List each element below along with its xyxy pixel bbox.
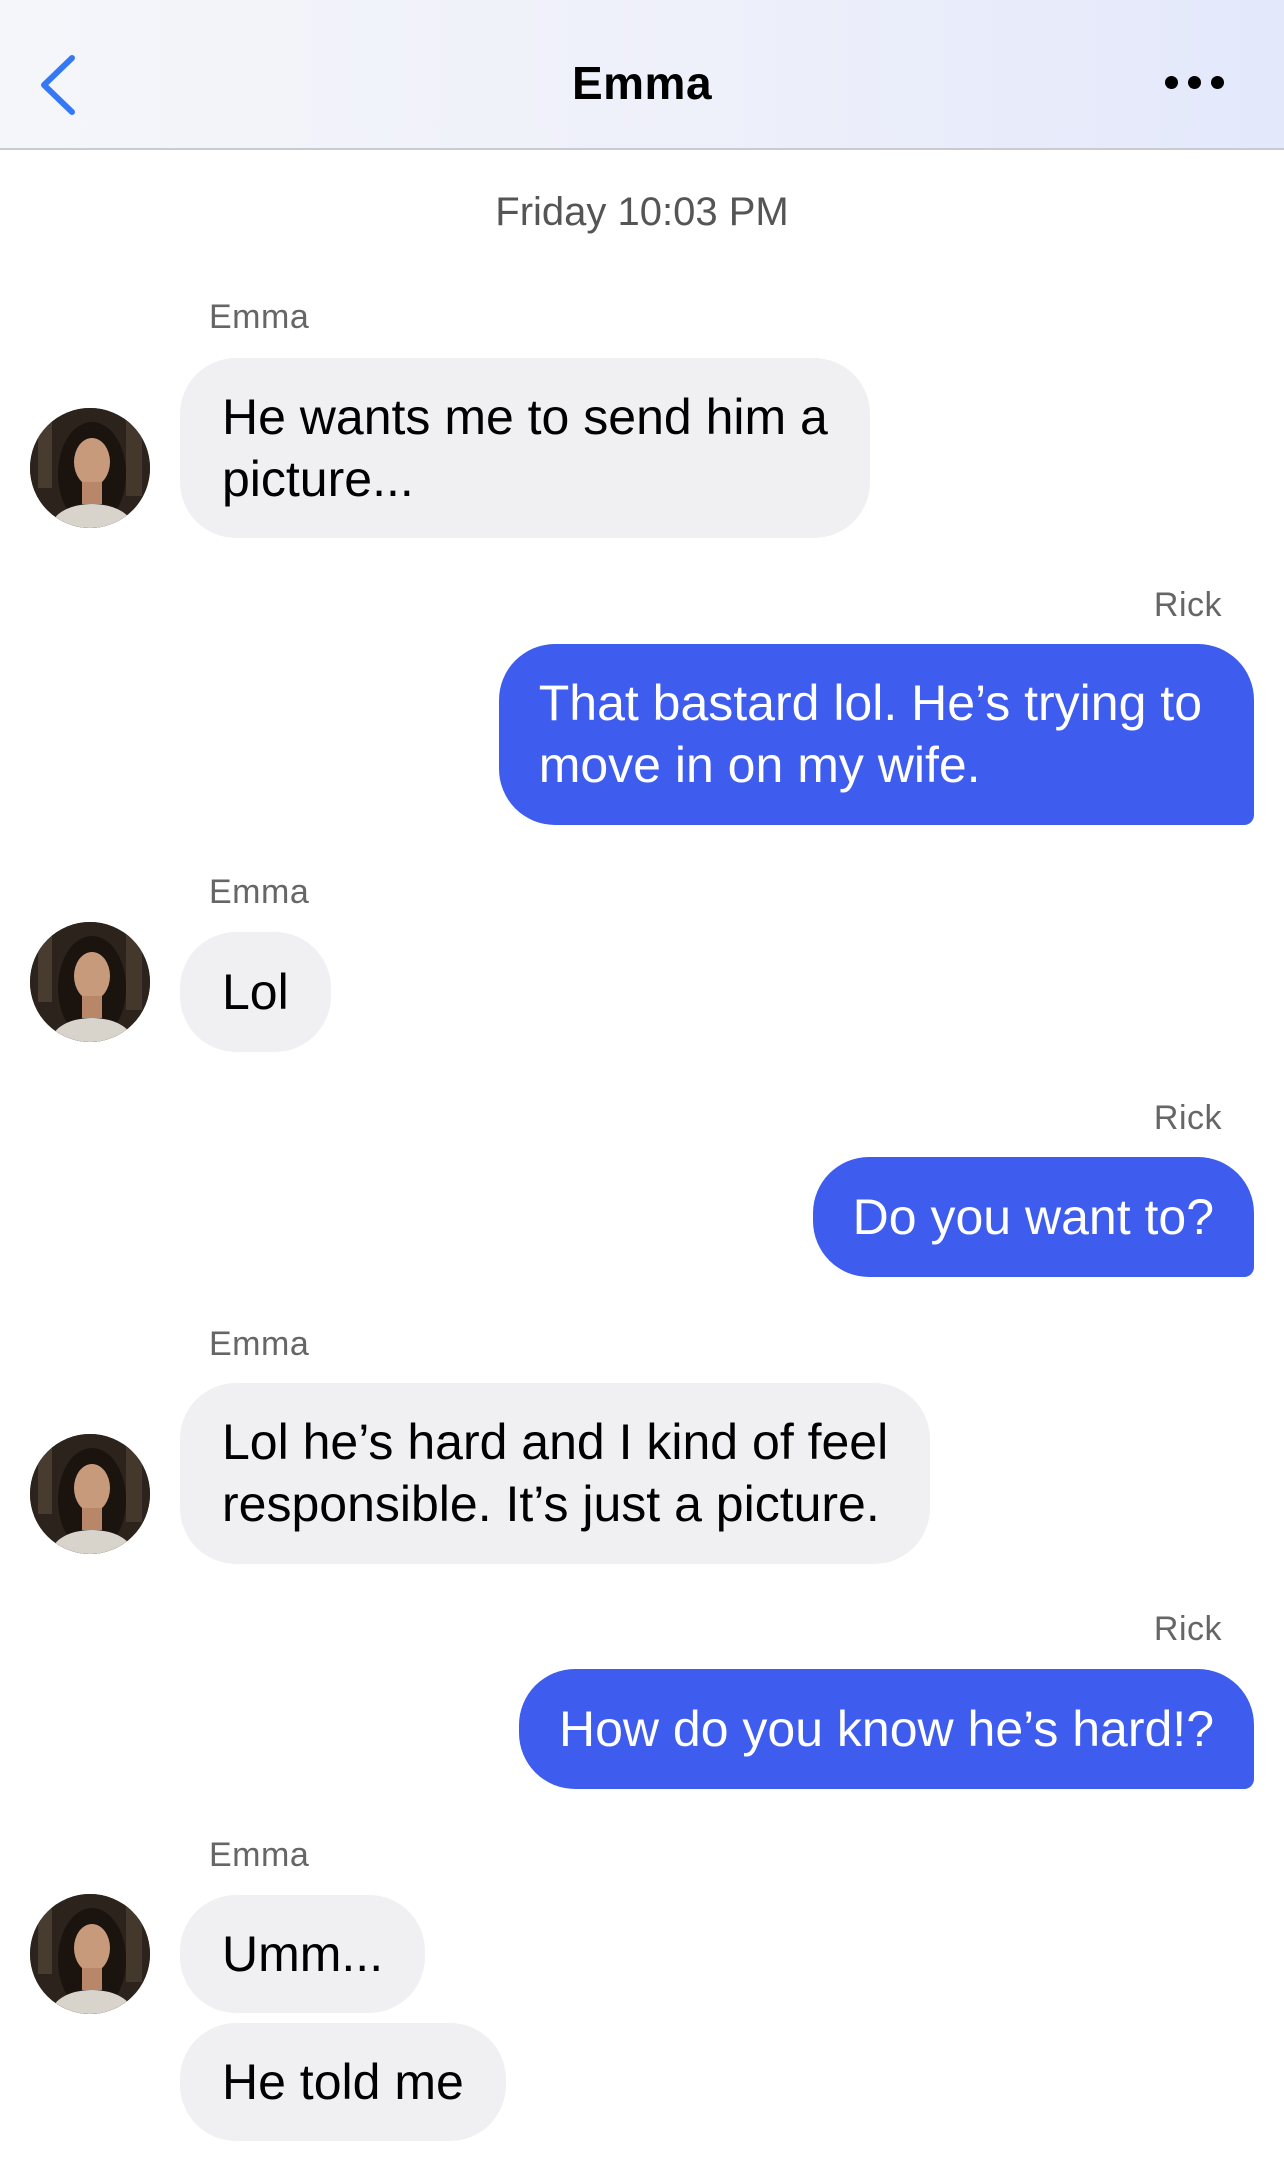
- sender-label: Emma: [209, 1836, 310, 1874]
- message-text: Lol he’s hard and I kind of feel respons…: [222, 1414, 889, 1532]
- avatar[interactable]: [30, 408, 150, 528]
- sender-label: Rick: [1153, 586, 1222, 624]
- sender-label: Emma: [209, 298, 310, 336]
- message-text: That bastard lol. He’s trying to move in…: [538, 675, 1202, 793]
- avatar[interactable]: [30, 922, 150, 1042]
- sender-label: Rick: [1153, 1610, 1222, 1648]
- sender-label: Emma: [209, 873, 310, 911]
- conversation-header: Emma: [0, 0, 1284, 150]
- message-bubble-incoming[interactable]: He told me: [180, 2023, 506, 2141]
- message-bubble-outgoing[interactable]: That bastard lol. He’s trying to move in…: [498, 644, 1254, 825]
- message-text: Lol: [222, 964, 289, 1020]
- message-bubble-incoming[interactable]: Umm...: [180, 1895, 426, 2013]
- message-bubble-incoming[interactable]: Lol: [180, 932, 331, 1052]
- message-text: He told me: [222, 2054, 464, 2110]
- message-bubble-incoming[interactable]: He wants me to send him a picture...: [180, 358, 870, 538]
- message-bubble-incoming[interactable]: Lol he’s hard and I kind of feel respons…: [180, 1383, 931, 1564]
- avatar[interactable]: [30, 1434, 150, 1554]
- message-text: How do you know he’s hard!?: [558, 1701, 1214, 1757]
- conversation-timestamp: Friday 10:03 PM: [495, 190, 789, 234]
- sender-label: Rick: [1153, 1099, 1222, 1137]
- sender-label: Emma: [209, 1325, 310, 1363]
- avatar[interactable]: [30, 1894, 150, 2014]
- message-text: He wants me to send him a picture...: [222, 389, 828, 507]
- more-horizontal-icon[interactable]: [1165, 72, 1225, 94]
- conversation-title: Emma: [571, 57, 713, 109]
- message-bubble-outgoing[interactable]: How do you know he’s hard!?: [518, 1669, 1254, 1789]
- message-bubble-outgoing[interactable]: Do you want to?: [812, 1157, 1254, 1277]
- message-text: Do you want to?: [852, 1189, 1214, 1245]
- message-text: Umm...: [222, 1926, 384, 1982]
